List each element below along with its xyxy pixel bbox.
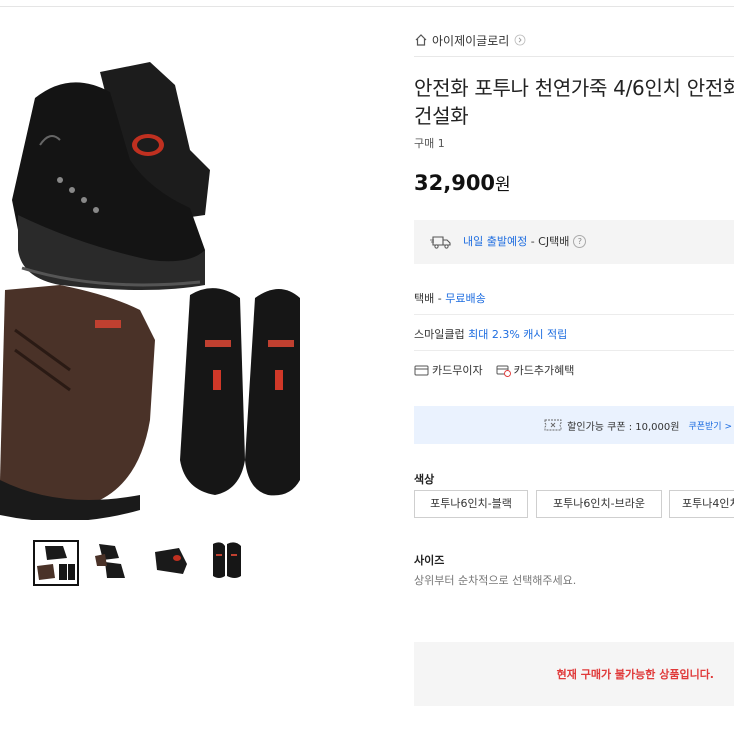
card-extra-benefit-button[interactable]: 카드추가혜택 bbox=[496, 362, 575, 378]
card-extra-label: 카드추가혜택 bbox=[513, 364, 575, 377]
smile-club-row: 스마일클럽 최대 2.3% 캐시 적립 bbox=[414, 326, 734, 342]
thumbnail-4[interactable] bbox=[205, 540, 251, 586]
delivery-row: 택배 - 무료배송 bbox=[414, 291, 486, 306]
product-price: 32,900원 bbox=[414, 170, 511, 195]
card-icon bbox=[414, 365, 429, 375]
coupon-text: 할인가능 쿠폰 : 10,000원 bbox=[567, 421, 680, 433]
purchase-count: 구매 1 bbox=[414, 137, 445, 150]
card-benefits-row: 카드무이자 카드추가혜택 bbox=[414, 362, 734, 378]
coupon-box[interactable]: 할인가능 쿠폰 : 10,000원 쿠폰받기 > bbox=[414, 406, 734, 444]
card-installment-label: 카드무이자 bbox=[432, 364, 483, 377]
product-title: 안전화 포투나 천연가죽 4/6인치 안전화 건설화 bbox=[414, 76, 734, 128]
thumbnail-1-image bbox=[37, 546, 75, 580]
thumbnail-3-image bbox=[155, 548, 187, 574]
main-product-image[interactable] bbox=[0, 40, 300, 520]
thumbnail-3[interactable] bbox=[149, 540, 195, 586]
get-coupon-link[interactable]: 쿠폰받기 > bbox=[688, 419, 732, 432]
home-icon bbox=[415, 34, 427, 46]
store-name-link[interactable]: 아이제이글로리 bbox=[432, 32, 509, 49]
thumbnail-1[interactable] bbox=[33, 540, 79, 586]
size-option-hint: 상위부터 순차적으로 선택해주세요. bbox=[414, 574, 577, 587]
product-gallery bbox=[0, 20, 300, 586]
carrier-name: - CJ택배 bbox=[530, 235, 570, 248]
purchase-unavailable-box: 현재 구매가 불가능한 상품입니다. bbox=[414, 642, 734, 706]
dispatch-date: 내일 출발예정 bbox=[463, 235, 528, 248]
divider bbox=[414, 350, 734, 351]
delivery-label: 택배 bbox=[414, 292, 435, 305]
color-option-label: 색상 bbox=[414, 473, 435, 486]
price-unit: 원 bbox=[495, 175, 511, 195]
shipping-dispatch-text: 내일 출발예정 - CJ택배 ? bbox=[463, 233, 587, 249]
top-divider bbox=[0, 6, 734, 7]
purchase-unavailable-message: 현재 구매가 불가능한 상품입니다. bbox=[556, 668, 714, 681]
color-option-brown-6in[interactable]: 포투나6인치-브라운 bbox=[536, 490, 662, 518]
boot-pair-top-image bbox=[12, 62, 210, 290]
breadcrumb[interactable]: 아이제이글로리 bbox=[414, 30, 526, 50]
price-value: 32,900 bbox=[414, 171, 496, 195]
breadcrumb-divider bbox=[414, 56, 734, 57]
smile-club-label: 스마일클럽 bbox=[414, 328, 465, 341]
card-installment-button[interactable]: 카드무이자 bbox=[414, 362, 483, 378]
thumbnail-2-image bbox=[95, 544, 125, 578]
size-option-label: 사이즈 bbox=[414, 554, 445, 567]
smile-club-value: 최대 2.3% 캐시 적립 bbox=[468, 328, 568, 341]
delivery-value: 무료배송 bbox=[445, 292, 486, 305]
color-option-black-6in[interactable]: 포투나6인치-블랙 bbox=[414, 490, 528, 518]
shipping-info-box: 내일 출발예정 - CJ택배 ? bbox=[414, 220, 734, 264]
thumbnail-4-image bbox=[213, 542, 241, 578]
divider bbox=[414, 314, 734, 315]
color-option-black-4in[interactable]: 포투나4인치-블랙 bbox=[669, 490, 734, 518]
boot-black-low-image bbox=[180, 288, 300, 496]
thumbnail-2[interactable] bbox=[91, 540, 137, 586]
boot-brown-image bbox=[0, 285, 155, 520]
coupon-icon bbox=[544, 419, 562, 431]
truck-icon bbox=[430, 236, 451, 249]
help-icon[interactable]: ? bbox=[573, 234, 587, 248]
card-plus-icon bbox=[496, 365, 511, 377]
chevron-right-circle-icon bbox=[514, 34, 526, 46]
